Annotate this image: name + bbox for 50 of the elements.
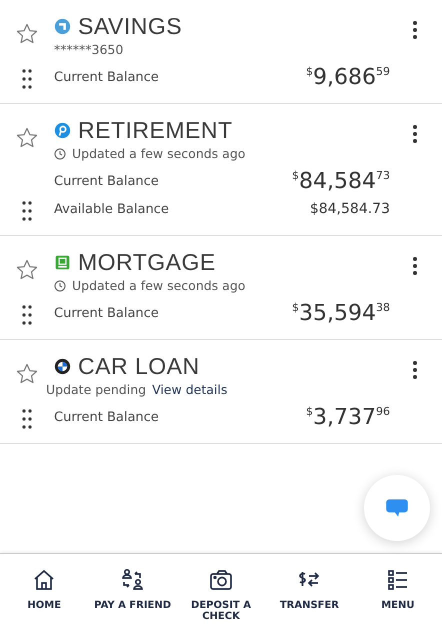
home-icon [32,568,56,592]
star-icon[interactable] [15,362,39,386]
nav-item[interactable]: TRANSFER [265,554,354,640]
drag-handle-icon[interactable] [22,409,32,429]
nav-item[interactable]: MENU [354,554,442,640]
bank-logo-icon [54,122,71,138]
account-card[interactable]: RETIREMENT Updated a few seconds ago Current Balance $^{$}$84,584$^{73}$ Available Balance $84,584.73 [0,104,442,236]
update-status: Updated a few seconds ago [72,278,246,293]
clock-icon [54,148,66,160]
balance-label: Available Balance [54,202,169,216]
account-number: ******3650 [54,42,124,57]
balance-amount: $84,584.73 [310,201,390,217]
balance-amount: $^{$}$84,584$^{73}$ [292,168,390,194]
more-options-icon[interactable] [412,124,418,144]
account-card[interactable]: MORTGAGE Updated a few seconds ago Current Balance $^{$}$35,594$^{38}$ [0,236,442,340]
more-options-icon[interactable] [412,256,418,276]
more-options-icon[interactable] [412,360,418,380]
nav-item[interactable]: DEPOSIT A CHECK [176,554,266,640]
clock-icon [54,280,66,292]
account-name: MORTGAGE [78,248,216,276]
account-name: RETIREMENT [78,116,232,144]
camera-icon [209,568,234,592]
star-icon[interactable] [15,258,39,282]
account-name: CAR LOAN [78,352,200,380]
balance-label: Current Balance [54,174,159,188]
view-details-link[interactable]: View details [152,382,228,397]
menu-icon [386,568,410,592]
balance-amount: $^{$}$35,594$^{38}$ [292,300,390,326]
balance-label: Current Balance [54,306,159,320]
account-name: SAVINGS [78,12,182,40]
account-card[interactable]: CAR LOAN Update pending View details Current Balance $^{$}$3,737$^{96}$ [0,340,442,444]
nav-item[interactable]: HOME [0,554,88,640]
drag-handle-icon[interactable] [22,201,32,221]
star-icon[interactable] [15,22,39,46]
drag-handle-icon[interactable] [22,69,32,89]
bank-logo-icon [54,18,71,34]
star-icon[interactable] [15,126,39,150]
balance-label: Current Balance [54,70,159,84]
bank-logo-icon [54,254,71,270]
update-status: Update pending [46,382,146,397]
account-card[interactable]: SAVINGS ******3650 Current Balance $^{$}$9,686$^{59}$ [0,0,442,104]
balance-amount: $^{$}$9,686$^{59}$ [306,64,390,90]
update-status: Updated a few seconds ago [72,146,246,161]
drag-handle-icon[interactable] [22,305,32,325]
nav-item[interactable]: PAY A FRIEND [88,554,177,640]
bank-logo-icon [54,358,71,374]
more-options-icon[interactable] [412,20,418,40]
balance-amount: $^{$}$3,737$^{96}$ [306,404,390,430]
balance-label: Current Balance [54,410,159,424]
people-arrows-icon [120,568,145,592]
